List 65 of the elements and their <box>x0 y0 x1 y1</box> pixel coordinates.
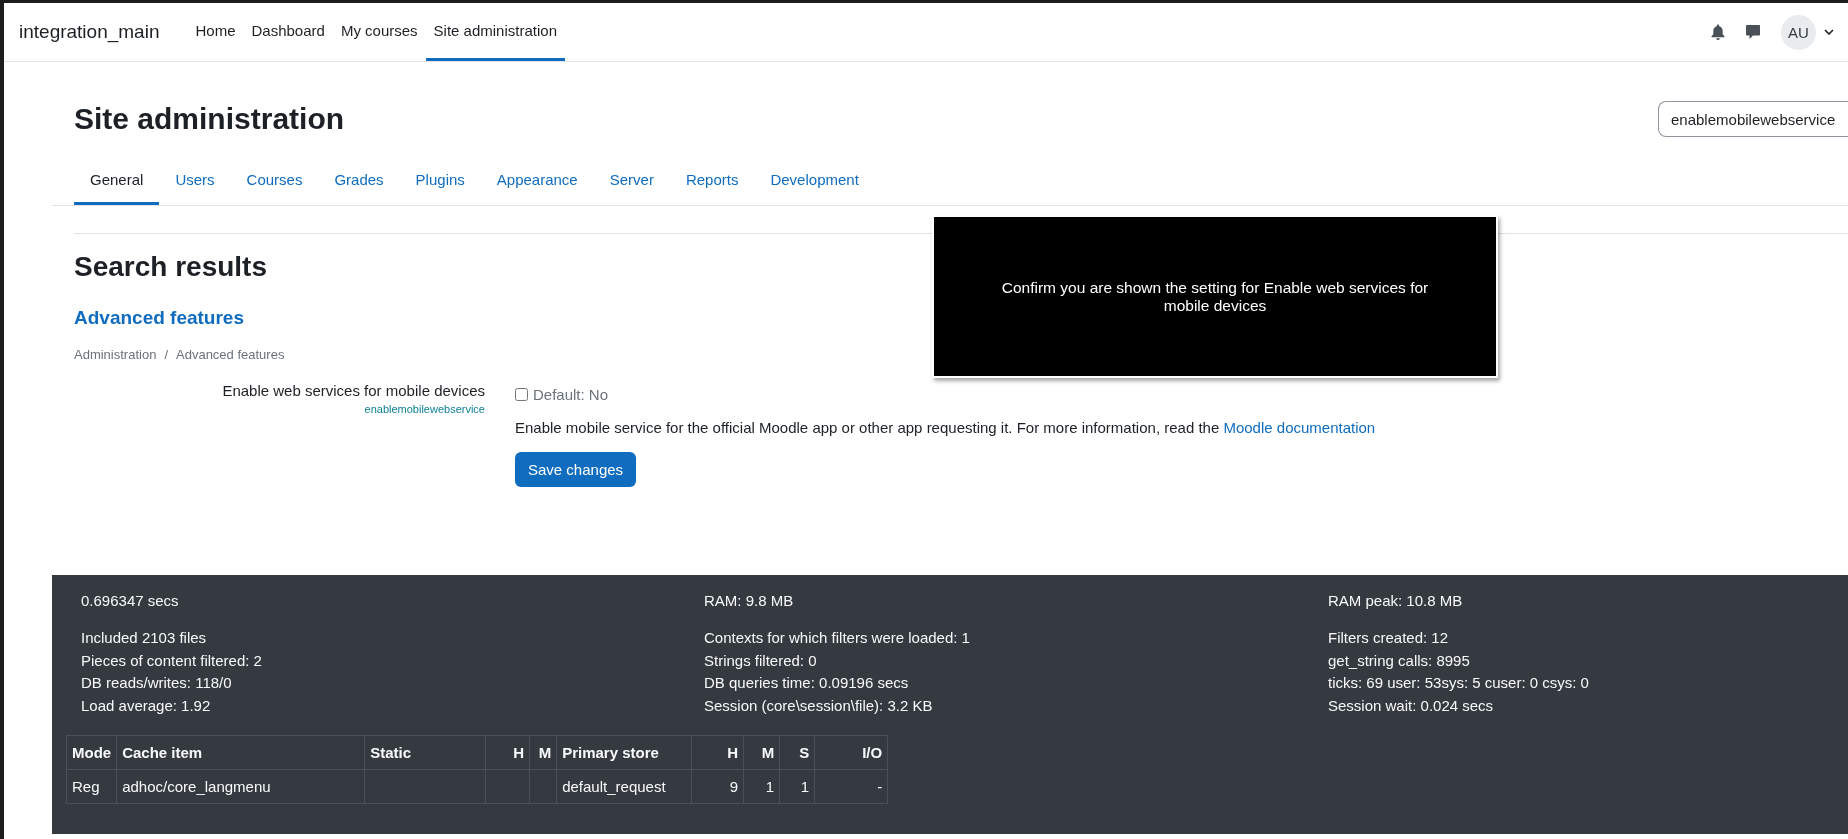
column-header: Primary store <box>556 735 692 770</box>
category-link[interactable]: Advanced features <box>74 307 244 329</box>
performance-stat: Strings filtered: 0 <box>704 650 818 671</box>
message-bubble-icon[interactable] <box>1745 24 1761 40</box>
table-cell: - <box>814 769 888 804</box>
column-header: Cache item <box>116 735 365 770</box>
nav-link[interactable]: Dashboard <box>243 3 333 61</box>
chevron-down-icon[interactable] <box>1824 29 1834 35</box>
column-header: M <box>743 735 780 770</box>
performance-stat: Session wait: 0.024 secs <box>1328 695 1495 716</box>
column-header: H <box>485 735 530 770</box>
instruction-overlay: Confirm you are shown the setting for Enable web services for mobile devices <box>932 215 1498 378</box>
table-cell: 9 <box>691 769 744 804</box>
setting-name: enablemobilewebservice <box>364 403 485 415</box>
category-tab[interactable]: Reports <box>669 159 755 205</box>
performance-stat: Load average: 1.92 <box>81 695 212 716</box>
category-tab[interactable]: Server <box>593 159 670 205</box>
performance-stat: Session (core\session\file): 3.2 KB <box>704 695 934 716</box>
documentation-link[interactable]: Moodle documentation <box>1223 419 1376 436</box>
performance-stat: DB queries time: 0.09196 secs <box>704 673 910 693</box>
search-field[interactable]: enablemobilewebservice <box>1658 101 1848 137</box>
nav-link[interactable]: My courses <box>332 3 426 61</box>
table-cell: 1 <box>743 769 780 804</box>
breadcrumb-link[interactable]: Advanced features <box>176 347 285 362</box>
user-avatar[interactable]: AU <box>1781 14 1816 50</box>
category-tab[interactable]: Courses <box>230 159 319 205</box>
table-cell: 1 <box>779 769 815 804</box>
page-title: Site administration <box>74 102 345 136</box>
performance-stat: ticks: 69 user: 53sys: 5 cuser: 0 csys: 0 <box>1328 673 1590 693</box>
save-button[interactable]: Save changes <box>515 452 637 487</box>
table-cell: adhoc/core_langmenu <box>116 769 365 804</box>
nav-link[interactable]: Home <box>187 3 244 61</box>
column-header: I/O <box>814 735 888 770</box>
category-tab[interactable]: Development <box>754 159 875 205</box>
performance-stat: RAM peak: 10.8 MB <box>1328 591 1464 611</box>
category-tab[interactable]: General <box>74 159 160 205</box>
category-tab[interactable]: Appearance <box>480 159 594 205</box>
breadcrumb-link[interactable]: Administration <box>74 347 157 362</box>
table-cell: Reg <box>66 769 117 804</box>
column-header: H <box>691 735 744 770</box>
category-tab[interactable]: Plugins <box>399 159 481 205</box>
site-name[interactable]: integration_main <box>19 21 160 43</box>
performance-stat: Included 2103 files <box>81 628 208 648</box>
performance-stat: DB reads/writes: 118/0 <box>81 673 233 693</box>
column-header: S <box>779 735 815 770</box>
column-header: Static <box>364 735 486 770</box>
performance-stat: RAM: 9.8 MB <box>704 591 795 611</box>
setting-checkbox[interactable] <box>515 388 528 401</box>
category-tab[interactable]: Grades <box>318 159 400 205</box>
section-title: Search results <box>74 251 268 283</box>
performance-stat: 0.696347 secs <box>81 591 180 611</box>
column-header: Mode <box>66 735 117 770</box>
notification-bell-icon[interactable] <box>1711 24 1725 40</box>
column-header: M <box>529 735 557 770</box>
default-value: Default: No <box>533 386 609 403</box>
category-tab[interactable]: Users <box>159 159 231 205</box>
performance-stat: Filters created: 12 <box>1328 628 1450 648</box>
table-cell: default_request <box>556 769 692 804</box>
setting-description: Enable mobile service for the official Moodle app or other app requesting it. For more information, read the Moodle documentation <box>515 419 1376 436</box>
performance-stat: get_string calls: 8995 <box>1328 650 1471 671</box>
nav-link[interactable]: Site administration <box>425 3 565 61</box>
performance-stat: Pieces of content filtered: 2 <box>81 650 263 671</box>
breadcrumb-separator: / <box>164 347 168 362</box>
performance-stat: Contexts for which filters were loaded: 1 <box>704 628 971 648</box>
setting-label: Enable web services for mobile devices <box>222 382 485 399</box>
